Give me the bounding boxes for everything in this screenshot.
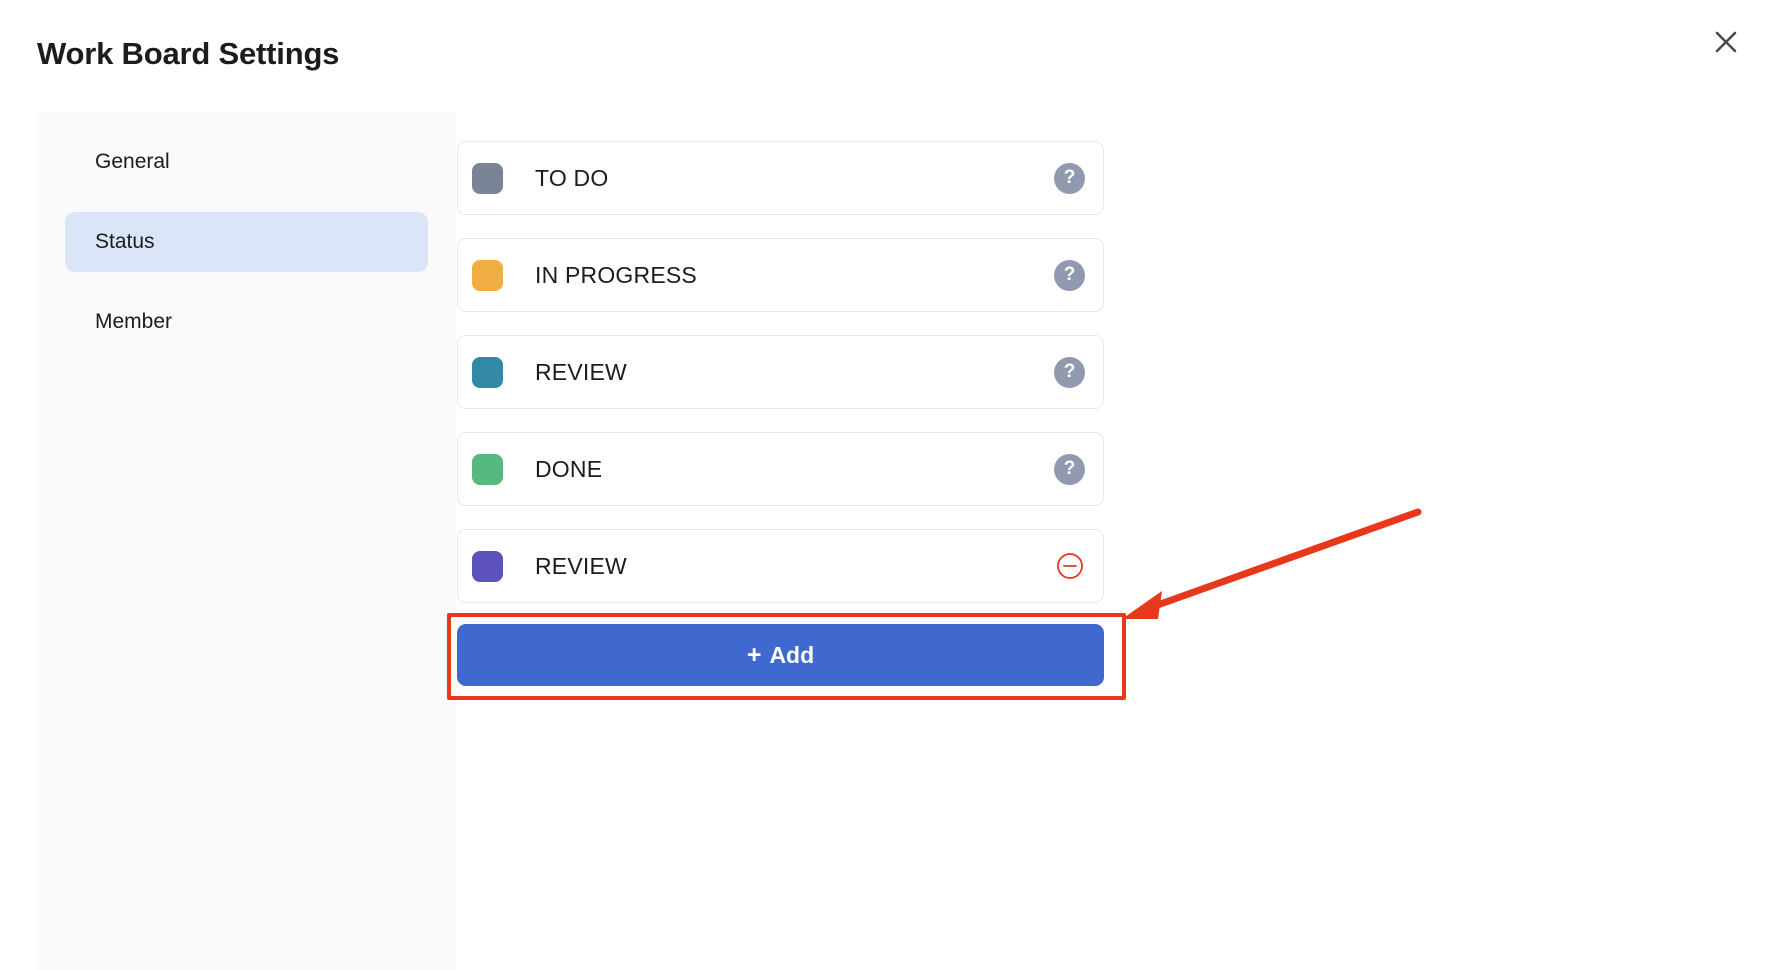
status-label: DONE xyxy=(535,455,603,482)
question-mark-icon[interactable]: ? xyxy=(1054,356,1085,388)
question-mark-icon[interactable]: ? xyxy=(1054,162,1085,194)
status-row[interactable]: REVIEW xyxy=(457,529,1104,603)
status-row[interactable]: DONE? xyxy=(457,432,1104,506)
sidebar-item-label: General xyxy=(95,150,170,173)
sidebar-item-status[interactable]: Status xyxy=(65,212,428,272)
status-row[interactable]: IN PROGRESS? xyxy=(457,238,1104,312)
sidebar-item-label: Member xyxy=(95,310,173,333)
question-mark-icon[interactable]: ? xyxy=(1054,259,1085,291)
status-color-swatch[interactable] xyxy=(472,550,503,582)
annotation-arrow xyxy=(1122,508,1422,619)
page-title: Work Board Settings xyxy=(37,36,340,71)
plus-icon: + xyxy=(746,640,762,669)
status-color-swatch[interactable] xyxy=(472,162,503,194)
settings-dialog: Work Board Settings General Status Member … xyxy=(0,0,1770,970)
status-label: REVIEW xyxy=(535,358,627,385)
settings-sidebar: General Status Member xyxy=(37,112,456,970)
sidebar-item-member[interactable]: Member xyxy=(65,292,428,352)
status-color-swatch[interactable] xyxy=(472,259,503,291)
status-label: TO DO xyxy=(535,164,609,191)
sidebar-item-label: Status xyxy=(95,230,155,253)
close-button[interactable] xyxy=(1704,20,1748,64)
status-list: TO DO? IN PROGRESS? REVIEW? DONE? REVIEW xyxy=(457,141,1104,626)
status-label: IN PROGRESS xyxy=(535,261,697,288)
status-color-swatch[interactable] xyxy=(472,356,503,388)
close-icon xyxy=(1713,29,1739,55)
minus-circle-icon[interactable] xyxy=(1054,551,1085,582)
sidebar-item-general[interactable]: General xyxy=(65,132,428,192)
question-mark-icon[interactable]: ? xyxy=(1054,453,1085,485)
add-status-button[interactable]: + Add xyxy=(457,624,1104,686)
status-label: REVIEW xyxy=(535,552,627,579)
status-color-swatch[interactable] xyxy=(472,453,503,485)
status-row[interactable]: TO DO? xyxy=(457,141,1104,215)
add-button-label: Add xyxy=(769,641,815,668)
status-row[interactable]: REVIEW? xyxy=(457,335,1104,409)
